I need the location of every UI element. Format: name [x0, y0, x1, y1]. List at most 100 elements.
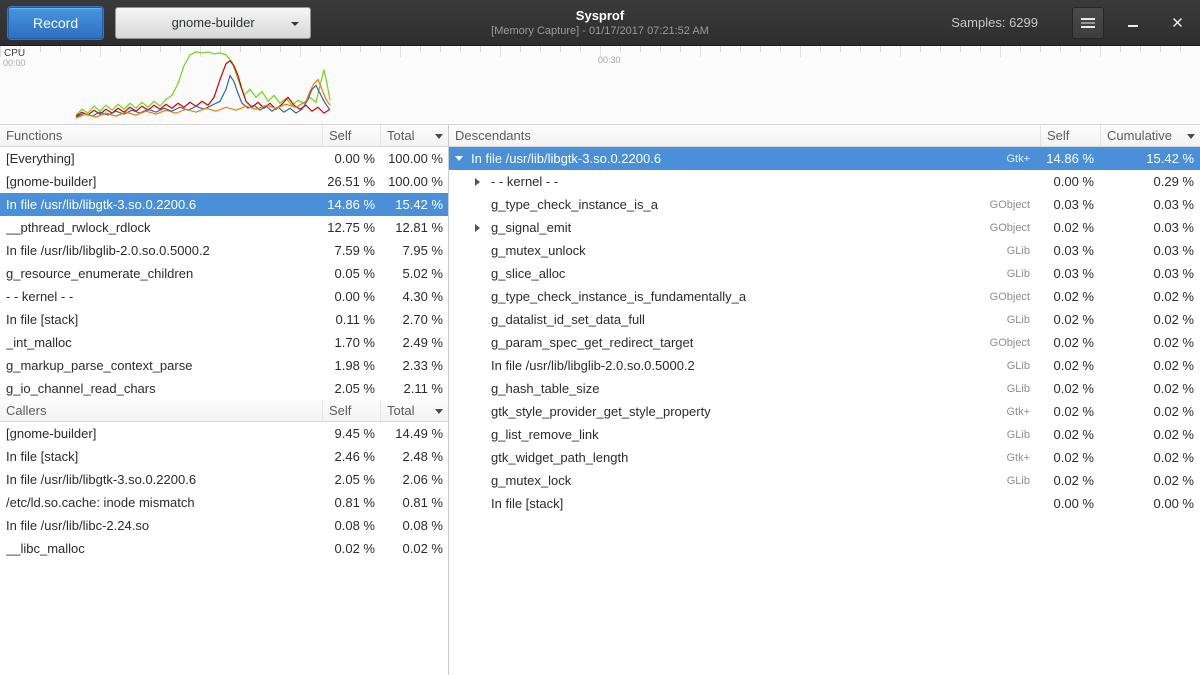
- descendant-row[interactable]: g_slice_alloc GLib 0.03 % 0.03 %: [449, 262, 1200, 285]
- close-button[interactable]: [1164, 10, 1190, 36]
- minimize-button[interactable]: [1120, 10, 1146, 36]
- caller-row[interactable]: [gnome-builder] 9.45 % 14.49 %: [0, 422, 448, 445]
- caller-row[interactable]: /etc/ld.so.cache: inode mismatch 0.81 % …: [0, 491, 448, 514]
- descendant-row[interactable]: gtk_widget_path_length Gtk+ 0.02 % 0.02 …: [449, 446, 1200, 469]
- library-tag: GLib: [997, 314, 1040, 326]
- function-row[interactable]: _int_malloc 1.70 % 2.49 %: [0, 331, 448, 354]
- descendant-row[interactable]: In file /usr/lib/libgtk-3.so.0.2200.6 Gt…: [449, 147, 1200, 170]
- descendant-name-cell: g_signal_emit GObject: [449, 220, 1040, 235]
- descendant-name-cell: gtk_style_provider_get_style_property Gt…: [449, 404, 1040, 419]
- tree-indent: [455, 480, 475, 481]
- caller-self-percent: 0.08 %: [322, 518, 380, 533]
- function-total-percent: 2.33 %: [380, 358, 448, 373]
- function-row[interactable]: - - kernel - - 0.00 % 4.30 %: [0, 285, 448, 308]
- callers-total-column-header[interactable]: Total: [380, 400, 448, 421]
- descendant-name-cell: g_slice_alloc GLib: [449, 266, 1040, 281]
- descendant-row[interactable]: g_datalist_id_set_data_full GLib 0.02 % …: [449, 308, 1200, 331]
- menu-button[interactable]: [1072, 7, 1104, 39]
- function-name: In file /usr/lib/libglib-2.0.so.0.5000.2: [0, 243, 322, 258]
- function-row[interactable]: In file /usr/lib/libglib-2.0.so.0.5000.2…: [0, 239, 448, 262]
- tree-indent: [455, 181, 475, 182]
- functions-table-header: Functions Self Total: [0, 125, 448, 147]
- caller-row[interactable]: In file [stack] 2.46 % 2.48 %: [0, 445, 448, 468]
- sort-descending-icon: [435, 409, 443, 414]
- descendants-table-header: Descendants Self Cumulative: [449, 125, 1200, 147]
- descendant-self-percent: 0.03 %: [1040, 243, 1100, 258]
- library-tag: GObject: [980, 199, 1040, 211]
- caller-total-percent: 2.06 %: [380, 472, 448, 487]
- descendant-row[interactable]: g_list_remove_link GLib 0.02 % 0.02 %: [449, 423, 1200, 446]
- descendant-name-text: In file /usr/lib/libgtk-3.so.0.2200.6: [471, 151, 661, 166]
- function-row[interactable]: [gnome-builder] 26.51 % 100.00 %: [0, 170, 448, 193]
- descendants-cumulative-column-header[interactable]: Cumulative: [1100, 125, 1200, 146]
- caller-self-percent: 0.81 %: [322, 495, 380, 510]
- library-tag: GLib: [997, 475, 1040, 487]
- library-tag: GObject: [980, 222, 1040, 234]
- descendant-name-text: g_mutex_unlock: [491, 243, 586, 258]
- descendant-row[interactable]: In file /usr/lib/libglib-2.0.so.0.5000.2…: [449, 354, 1200, 377]
- descendants-column-header[interactable]: Descendants: [449, 125, 1040, 146]
- caller-row[interactable]: In file /usr/lib/libc-2.24.so 0.08 % 0.0…: [0, 514, 448, 537]
- descendant-cumulative-percent: 0.02 %: [1100, 427, 1200, 442]
- descendant-cumulative-percent: 0.00 %: [1100, 496, 1200, 511]
- function-self-percent: 0.00 %: [322, 151, 380, 166]
- descendant-name-text: In file [stack]: [491, 496, 563, 511]
- cpu-graph-area[interactable]: CPU 00:00 00:30: [0, 46, 1200, 125]
- tree-indent: [455, 457, 475, 458]
- callers-self-column-header[interactable]: Self: [322, 400, 380, 421]
- function-total-percent: 12.81 %: [380, 220, 448, 235]
- function-row[interactable]: In file /usr/lib/libgtk-3.so.0.2200.6 14…: [0, 193, 448, 216]
- descendant-row[interactable]: g_type_check_instance_is_a GObject 0.03 …: [449, 193, 1200, 216]
- callers-column-header[interactable]: Callers: [0, 400, 322, 421]
- caller-self-percent: 2.46 %: [322, 449, 380, 464]
- function-total-percent: 7.95 %: [380, 243, 448, 258]
- function-self-percent: 26.51 %: [322, 174, 380, 189]
- descendant-row[interactable]: g_param_spec_get_redirect_target GObject…: [449, 331, 1200, 354]
- descendant-row[interactable]: g_hash_table_size GLib 0.02 % 0.02 %: [449, 377, 1200, 400]
- descendant-row[interactable]: In file [stack] 0.00 % 0.00 %: [449, 492, 1200, 515]
- caller-name-text: In file [stack]: [6, 449, 78, 464]
- descendant-self-percent: 0.03 %: [1040, 197, 1100, 212]
- descendant-self-percent: 0.03 %: [1040, 266, 1100, 281]
- descendant-row[interactable]: g_mutex_unlock GLib 0.03 % 0.03 %: [449, 239, 1200, 262]
- descendants-self-column-header[interactable]: Self: [1040, 125, 1100, 146]
- function-row[interactable]: g_markup_parse_context_parse 1.98 % 2.33…: [0, 354, 448, 377]
- functions-total-column-header[interactable]: Total: [380, 125, 448, 146]
- descendants-table-body: In file /usr/lib/libgtk-3.so.0.2200.6 Gt…: [449, 147, 1200, 515]
- function-name: In file /usr/lib/libgtk-3.so.0.2200.6: [0, 197, 322, 212]
- tree-indent: [455, 319, 475, 320]
- descendant-name-text: g_type_check_instance_is_fundamentally_a: [491, 289, 746, 304]
- function-row[interactable]: g_resource_enumerate_children 0.05 % 5.0…: [0, 262, 448, 285]
- tree-indent: [455, 434, 475, 435]
- function-self-percent: 0.00 %: [322, 289, 380, 304]
- function-row[interactable]: [Everything] 0.00 % 100.00 %: [0, 147, 448, 170]
- descendant-row[interactable]: gtk_style_provider_get_style_property Gt…: [449, 400, 1200, 423]
- function-name-text: In file /usr/lib/libglib-2.0.so.0.5000.2: [6, 243, 210, 258]
- function-row[interactable]: __pthread_rwlock_rdlock 12.75 % 12.81 %: [0, 216, 448, 239]
- caller-name-text: In file /usr/lib/libc-2.24.so: [6, 518, 149, 533]
- functions-column-header[interactable]: Functions: [0, 125, 322, 146]
- caller-name-text: [gnome-builder]: [6, 426, 96, 441]
- function-name-text: In file /usr/lib/libgtk-3.so.0.2200.6: [6, 197, 196, 212]
- descendant-row[interactable]: - - kernel - - 0.00 % 0.29 %: [449, 170, 1200, 193]
- descendant-row[interactable]: g_mutex_lock GLib 0.02 % 0.02 %: [449, 469, 1200, 492]
- descendant-name-cell: - - kernel - -: [449, 174, 1040, 189]
- descendant-row[interactable]: g_signal_emit GObject 0.02 % 0.03 %: [449, 216, 1200, 239]
- caller-name: [gnome-builder]: [0, 426, 322, 441]
- caller-total-percent: 2.48 %: [380, 449, 448, 464]
- process-selector-dropdown[interactable]: gnome-builder: [115, 7, 311, 39]
- tree-expander-icon[interactable]: [475, 178, 491, 186]
- function-row[interactable]: g_io_channel_read_chars 2.05 % 2.11 %: [0, 377, 448, 400]
- functions-self-column-header[interactable]: Self: [322, 125, 380, 146]
- descendant-row[interactable]: g_type_check_instance_is_fundamentally_a…: [449, 285, 1200, 308]
- descendant-name-text: - - kernel - -: [491, 174, 558, 189]
- tree-expander-icon[interactable]: [475, 224, 491, 232]
- function-row[interactable]: In file [stack] 0.11 % 2.70 %: [0, 308, 448, 331]
- record-button[interactable]: Record: [8, 7, 103, 39]
- descendant-self-percent: 0.02 %: [1040, 312, 1100, 327]
- caller-row[interactable]: In file /usr/lib/libgtk-3.so.0.2200.6 2.…: [0, 468, 448, 491]
- function-name: g_markup_parse_context_parse: [0, 358, 322, 373]
- tree-expander-icon[interactable]: [455, 156, 471, 161]
- caller-row[interactable]: __libc_malloc 0.02 % 0.02 %: [0, 537, 448, 560]
- function-self-percent: 12.75 %: [322, 220, 380, 235]
